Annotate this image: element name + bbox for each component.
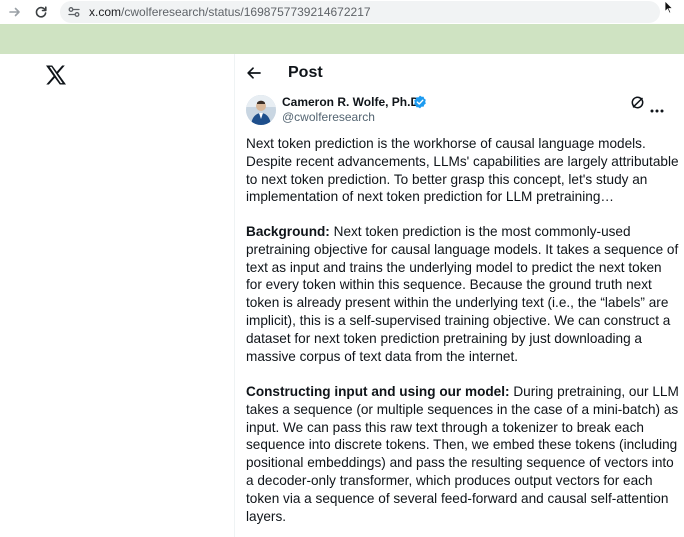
tweet-paragraph-intro: Next token prediction is the workhorse o… bbox=[246, 135, 679, 206]
url-path: /cwolferesearch/status/16987577392146722… bbox=[121, 5, 371, 19]
tweet-line: pretraining objective for causal languag… bbox=[246, 241, 679, 257]
tweet-line: Despite recent advancements, LLMs' capab… bbox=[246, 153, 679, 169]
tweet-line: implicit), this is a self-supervised tra… bbox=[246, 312, 671, 328]
tweet-line: token via a sequence of several feed-for… bbox=[246, 490, 669, 506]
left-navigation bbox=[0, 54, 234, 537]
tweet-line: layers. bbox=[246, 508, 287, 524]
tweet-line: Next token prediction is the workhorse o… bbox=[246, 136, 646, 151]
browser-toolbar: x.com/cwolferesearch/status/169875773921… bbox=[0, 0, 684, 24]
tweet-paragraph-constructing-input: Constructing input and using our model: … bbox=[246, 383, 679, 525]
tweet-line: for every token within this sequence. Be… bbox=[246, 277, 652, 293]
tweet-line: input. We can pass this raw text through… bbox=[246, 419, 644, 435]
mouse-cursor-icon bbox=[664, 0, 674, 14]
tweet-line: a decoder-only transformer, which produc… bbox=[246, 472, 653, 488]
reload-icon[interactable] bbox=[32, 3, 50, 21]
author-name[interactable]: Cameron R. Wolfe, Ph.D. bbox=[282, 95, 422, 110]
tweet-line: Background: Next token prediction is the… bbox=[246, 223, 666, 241]
tweet-paragraph-background: Background: Next token prediction is the… bbox=[246, 223, 679, 365]
section-heading: Constructing input and using our model: bbox=[246, 384, 510, 399]
more-options-icon[interactable] bbox=[650, 100, 664, 113]
tweet-line: Constructing input and using our model: … bbox=[246, 383, 679, 401]
url-host: x.com bbox=[89, 5, 122, 19]
page-banner-strip bbox=[0, 24, 684, 54]
tweet-line-text: Next token prediction is the most common… bbox=[329, 224, 631, 239]
tweet-line: implementation of next token prediction … bbox=[246, 189, 614, 205]
tweet-line: dataset for next token prediction pretra… bbox=[246, 330, 642, 346]
tweet-line: takes a sequence (or multiple sequences … bbox=[246, 401, 679, 417]
verified-badge-icon[interactable] bbox=[413, 95, 427, 109]
tweet-line: token is already present within the unde… bbox=[246, 295, 669, 311]
tweet-line: positional embeddings) and pass the resu… bbox=[246, 455, 674, 471]
tweet-line-text: During pretraining, our LLM bbox=[509, 384, 679, 399]
url-text[interactable]: x.com/cwolferesearch/status/169875773921… bbox=[89, 5, 371, 19]
x-logo-icon[interactable] bbox=[45, 65, 67, 85]
tweet-line: text as input and trains the underlying … bbox=[246, 259, 662, 275]
back-arrow-icon[interactable] bbox=[246, 65, 262, 81]
page-title: Post bbox=[288, 64, 323, 81]
tweet-line: to next token prediction. To better gras… bbox=[246, 171, 648, 187]
column-divider bbox=[234, 54, 235, 537]
tweet-line: massive corpus of text data from the int… bbox=[246, 348, 519, 364]
section-heading: Background: bbox=[246, 224, 330, 239]
forward-icon[interactable] bbox=[6, 3, 24, 21]
grok-icon[interactable] bbox=[630, 95, 645, 110]
author-handle[interactable]: @cwolferesearch bbox=[282, 110, 375, 124]
avatar[interactable] bbox=[246, 95, 276, 125]
site-info-icon[interactable] bbox=[66, 4, 82, 20]
tweet-line: sequence into discrete tokens. Then, we … bbox=[246, 437, 678, 453]
